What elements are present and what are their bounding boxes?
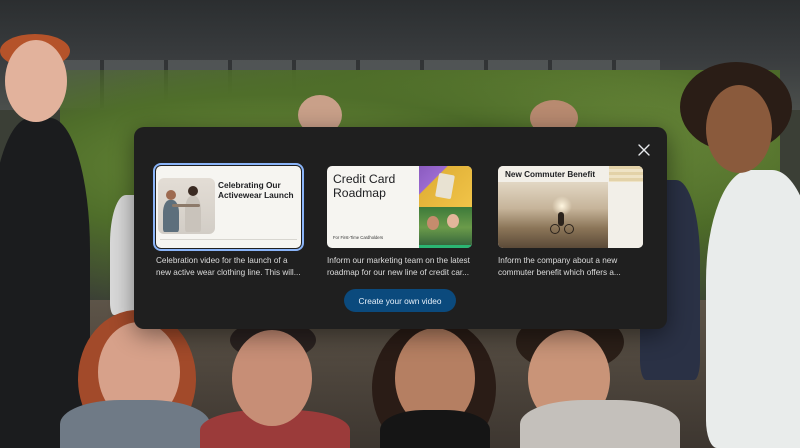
thumbnail-title: Credit Card Roadmap bbox=[333, 172, 396, 200]
thumbnail-subtitle: For First-Time Cardholders bbox=[333, 235, 384, 240]
background-person bbox=[380, 410, 490, 448]
template-card-credit-card-roadmap[interactable]: Credit Card Roadmap For First-Time Cardh… bbox=[327, 166, 472, 278]
background-person bbox=[706, 170, 800, 448]
template-list: Celebrating Our Activewear Launch Celebr… bbox=[153, 163, 646, 278]
background-person bbox=[520, 400, 680, 448]
thumbnail-person bbox=[447, 214, 459, 228]
template-thumbnail: Celebrating Our Activewear Launch bbox=[153, 163, 304, 251]
template-picker-dialog: Celebrating Our Activewear Launch Celebr… bbox=[134, 127, 667, 329]
thumbnail-bike-wheel bbox=[550, 224, 560, 234]
thumbnail-decoration bbox=[609, 166, 643, 182]
thumbnail-photo bbox=[498, 182, 608, 248]
thumbnail-side-panel bbox=[608, 182, 643, 248]
background-person bbox=[0, 118, 90, 448]
template-thumbnail: New Commuter Benefit bbox=[498, 166, 643, 248]
thumbnail-person bbox=[427, 216, 439, 230]
description-line: Inform the company about a new bbox=[498, 256, 618, 265]
thumbnail-divider bbox=[160, 239, 297, 240]
thumbnail-title: New Commuter Benefit bbox=[505, 170, 596, 179]
description-line: commuter benefit which offers a... bbox=[498, 267, 621, 277]
background-person-head bbox=[706, 85, 772, 173]
description-line: roadmap for our new line of credit car..… bbox=[327, 267, 469, 277]
thumbnail-cyclist bbox=[558, 212, 564, 226]
thumbnail-title: Celebrating Our Activewear Launch bbox=[218, 180, 294, 200]
template-thumbnail: Credit Card Roadmap For First-Time Cardh… bbox=[327, 166, 472, 248]
background-person-head bbox=[232, 330, 312, 426]
thumbnail-photo bbox=[158, 178, 215, 234]
template-card-activewear[interactable]: Celebrating Our Activewear Launch Celebr… bbox=[153, 163, 304, 278]
template-card-commuter-benefit[interactable]: New Commuter Benefit Inform the company … bbox=[498, 166, 643, 278]
background-person-head bbox=[5, 40, 67, 122]
thumbnail-bike-wheel bbox=[564, 224, 574, 234]
close-button[interactable] bbox=[633, 139, 655, 161]
thumbnail-photo bbox=[419, 207, 472, 248]
description-line: new active wear clothing line. This will… bbox=[156, 267, 301, 277]
close-icon bbox=[638, 144, 650, 156]
background-person bbox=[60, 400, 210, 448]
template-description: Inform our marketing team on the latest … bbox=[327, 255, 472, 278]
template-description: Celebration video for the launch of a ne… bbox=[156, 255, 301, 278]
create-your-own-video-button[interactable]: Create your own video bbox=[344, 289, 456, 312]
description-line: Inform our marketing team on the latest bbox=[327, 256, 470, 265]
description-line: Celebration video for the launch of a bbox=[156, 256, 288, 265]
template-description: Inform the company about a new commuter … bbox=[498, 255, 643, 278]
thumbnail-accent-stripe bbox=[419, 245, 472, 248]
